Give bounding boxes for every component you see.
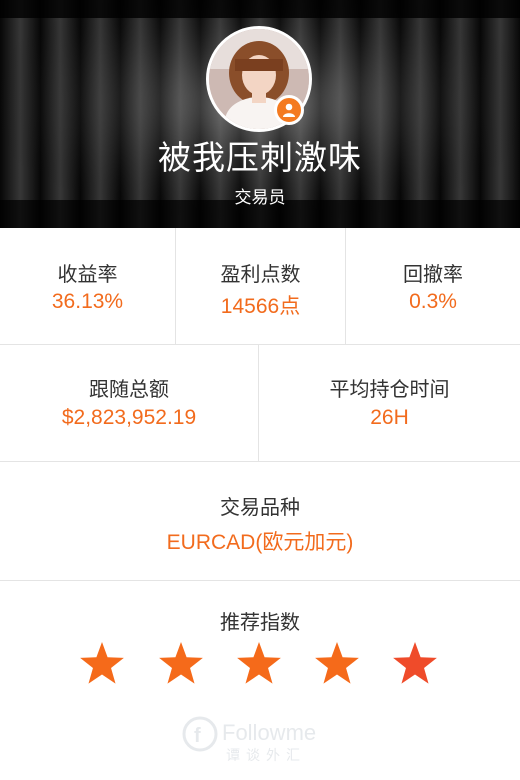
stat-drawdown: 回撤率 0.3%	[346, 228, 520, 344]
stats-row-1: 收益率 36.13% 盈利点数 14566点 回撤率 0.3%	[0, 228, 520, 345]
watermark-sub: 谭谈外汇	[226, 748, 306, 764]
stat-value: 26H	[370, 406, 409, 429]
stats-row-2: 跟随总额 $2,823,952.19 平均持仓时间 26H	[0, 345, 520, 462]
person-icon	[283, 103, 295, 117]
stat-label: 回撤率	[403, 264, 463, 286]
stat-return-rate: 收益率 36.13%	[0, 228, 175, 344]
stat-value: 36.13%	[51, 290, 124, 313]
stat-avg-hold-time: 平均持仓时间 26H	[259, 345, 520, 461]
trader-role: 交易员	[234, 188, 286, 207]
star-icon	[80, 642, 124, 684]
stat-label: 平均持仓时间	[329, 379, 450, 401]
watermark-brand: Followme	[222, 720, 316, 745]
trader-name: 被我压刺激味	[158, 139, 362, 176]
star-icon	[159, 642, 203, 684]
rating-stars	[0, 640, 520, 700]
star-icon	[393, 642, 437, 684]
instrument-section: 交易品种 EURCAD(欧元加元)	[0, 462, 520, 581]
stat-profit-points: 盈利点数 14566点	[176, 228, 345, 344]
stat-label: 盈利点数	[220, 264, 301, 286]
star-icon	[237, 642, 281, 684]
stat-follow-amount: 跟随总额 $2,823,952.19	[0, 345, 258, 461]
rating-label: 推荐指数	[220, 612, 300, 634]
instrument-label: 交易品种	[220, 497, 300, 519]
stat-label: 收益率	[57, 264, 118, 286]
stat-value: 14566点	[220, 295, 301, 318]
rating-section: 推荐指数	[0, 606, 520, 636]
followme-watermark: f Followme 谭谈外汇	[182, 716, 316, 764]
profile-header: 被我压刺激味 交易员	[0, 0, 520, 228]
stat-value: $2,823,952.19	[61, 406, 197, 429]
instrument-value: EURCAD(欧元加元)	[166, 531, 354, 554]
trader-badge	[274, 95, 304, 125]
stat-label: 跟随总额	[89, 379, 169, 401]
star-icon	[315, 642, 359, 684]
instrument: 交易品种 EURCAD(欧元加元)	[0, 462, 520, 580]
logo-letter: f	[194, 725, 201, 747]
stat-value: 0.3%	[409, 290, 457, 313]
